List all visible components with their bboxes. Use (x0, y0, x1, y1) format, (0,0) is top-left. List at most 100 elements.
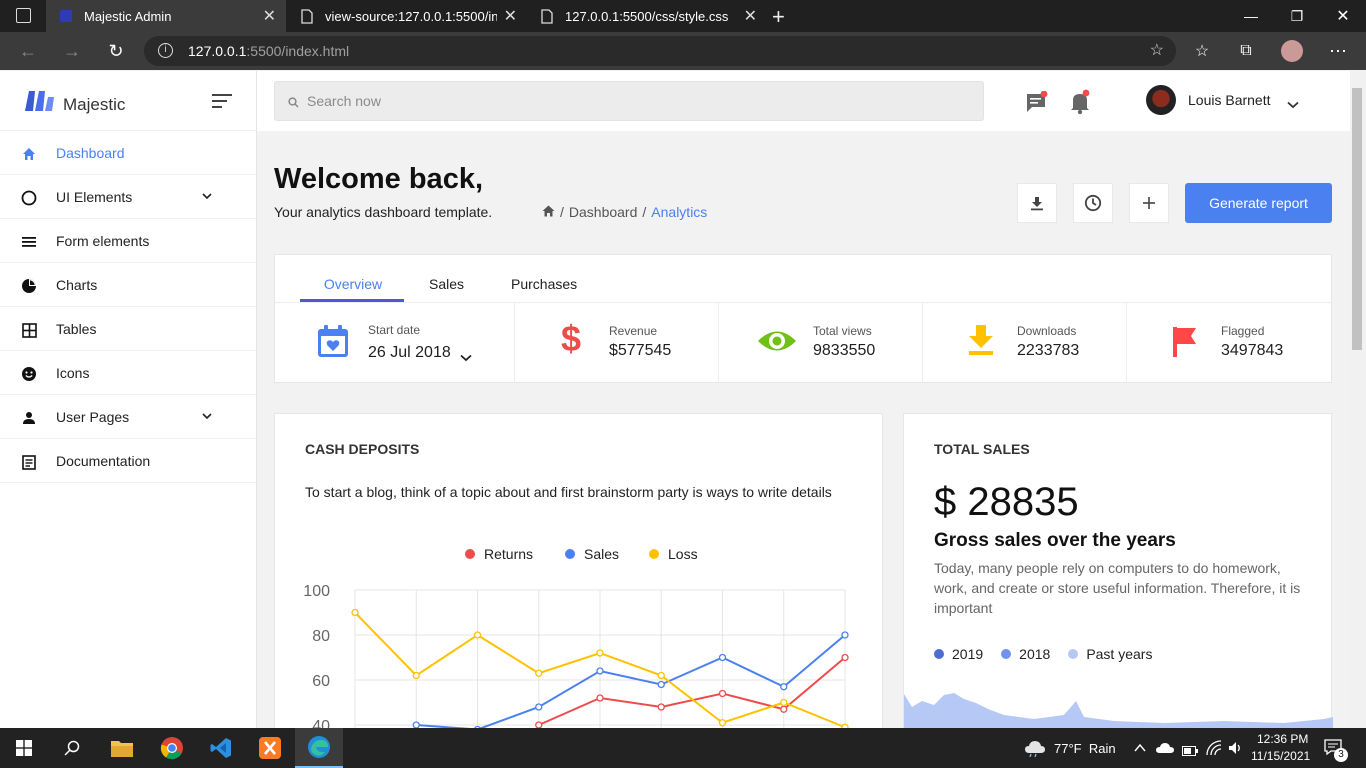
history-button[interactable] (1073, 183, 1113, 223)
close-icon[interactable]: ✕ (504, 6, 517, 26)
battery-icon[interactable] (1182, 743, 1198, 761)
generate-report-button[interactable]: Generate report (1185, 183, 1332, 223)
profile-avatar[interactable] (1274, 32, 1310, 70)
add-button[interactable] (1129, 183, 1169, 223)
collections-icon[interactable]: ⧉ (1228, 32, 1264, 70)
search-input[interactable]: Search now (274, 81, 984, 121)
menu-toggle-icon[interactable] (212, 93, 232, 114)
notification-bell-icon[interactable] (1069, 89, 1093, 120)
data-point-loss (657, 671, 665, 680)
search-icon[interactable] (48, 728, 96, 768)
tab-title: view-source:127.0.0.1:5500/inde (325, 8, 497, 24)
volume-icon[interactable] (1228, 740, 1244, 761)
edge-icon[interactable] (295, 728, 343, 768)
breadcrumb-analytics[interactable]: Analytics (651, 204, 707, 220)
card-title: CASH DEPOSITS (305, 441, 420, 457)
tab-sales[interactable]: Sales (429, 276, 464, 292)
back-button[interactable]: ← (10, 32, 46, 70)
sidebar-item-form-elements[interactable]: Form elements (0, 219, 256, 263)
url-input[interactable]: i 127.0.0.1:5500/index.html ☆ (144, 36, 1176, 66)
chrome-icon[interactable] (148, 728, 196, 768)
stat-label: Start date (368, 323, 421, 337)
y-tick-label: 80 (312, 628, 330, 645)
chevron-up-icon[interactable] (1134, 740, 1146, 758)
browser-tab-view-source[interactable]: view-source:127.0.0.1:5500/inde ✕ (287, 0, 527, 32)
scrollbar-thumb[interactable] (1352, 88, 1362, 350)
xampp-icon[interactable] (246, 728, 294, 768)
data-point-returns (596, 694, 604, 702)
close-icon[interactable]: ✕ (263, 6, 276, 26)
onedrive-icon[interactable] (1156, 741, 1174, 759)
sidebar-item-user-pages[interactable]: User Pages (0, 395, 256, 439)
avatar[interactable] (1146, 85, 1176, 115)
file-explorer-icon[interactable] (98, 728, 146, 768)
dollar-icon: $ (561, 318, 582, 359)
clock-time[interactable]: 12:36 PM (1257, 732, 1308, 746)
data-point-sales (841, 631, 849, 639)
sales-heading: Gross sales over the years (934, 530, 1176, 551)
sidebar-item-tables[interactable]: Tables (0, 307, 256, 351)
sales-area-past-years (904, 693, 1333, 729)
vscode-icon[interactable] (197, 728, 245, 768)
sidebar-item-label: Charts (56, 276, 98, 293)
stat-value: 9833550 (813, 342, 876, 359)
user-name[interactable]: Louis Barnett (1188, 92, 1271, 108)
chevron-down-icon (202, 189, 212, 203)
chevron-down-icon[interactable] (1287, 96, 1299, 114)
chevron-down-icon[interactable] (460, 349, 472, 367)
minimize-button[interactable]: — (1228, 0, 1274, 32)
refresh-button[interactable]: ↻ (98, 32, 134, 70)
weather-icon[interactable] (1024, 739, 1046, 762)
chevron-down-icon (202, 409, 212, 423)
stat-label: Flagged (1221, 324, 1265, 338)
tab-purchases[interactable]: Purchases (511, 276, 577, 292)
breadcrumb: / Dashboard / Analytics (542, 204, 707, 220)
home-icon (20, 145, 38, 163)
sidebar-item-label: Icons (56, 364, 90, 381)
download-button[interactable] (1017, 183, 1057, 223)
legend-label: 2018 (1019, 646, 1051, 662)
sidebar-item-dashboard[interactable]: Dashboard (0, 131, 256, 175)
clock-date[interactable]: 11/15/2021 (1251, 749, 1310, 763)
series-line-returns (538, 656, 846, 726)
majestic-logo-icon[interactable] (22, 87, 58, 118)
cash-deposits-card: CASH DEPOSITS To start a blog, think of … (274, 413, 883, 744)
close-window-button[interactable]: ✕ (1320, 0, 1366, 32)
page-title: Welcome back, (274, 163, 484, 195)
restore-button[interactable]: ❐ (1274, 0, 1320, 32)
favorite-add-icon[interactable]: ☆ (1150, 40, 1164, 60)
list-icon (20, 233, 38, 251)
browser-tab-style-css[interactable]: 127.0.0.1:5500/css/style.css ✕ (527, 0, 767, 32)
wifi-icon[interactable] (1206, 740, 1222, 761)
sidebar-item-ui-elements[interactable]: UI Elements (0, 175, 256, 219)
tab-title: 127.0.0.1:5500/css/style.css (565, 8, 729, 24)
windows-start-icon[interactable] (0, 728, 48, 768)
home-icon[interactable] (542, 204, 555, 220)
legend-label: 2019 (952, 646, 984, 662)
breadcrumb-dashboard[interactable]: Dashboard (569, 204, 638, 220)
sidebar-item-icons[interactable]: Icons (0, 351, 256, 395)
sales-amount: $ 28835 (934, 480, 1079, 524)
tab-actions-icon[interactable] (16, 8, 31, 23)
forward-button[interactable]: → (54, 32, 90, 70)
data-point-loss (780, 698, 788, 707)
majestic-favicon-icon (58, 8, 74, 24)
brand-name[interactable]: Majestic (63, 95, 125, 115)
sidebar-item-documentation[interactable]: Documentation (0, 439, 256, 483)
info-icon[interactable]: i (158, 43, 173, 58)
data-point-returns (780, 705, 788, 713)
notification-count-badge: 3 (1334, 748, 1348, 762)
new-tab-button[interactable]: + (772, 4, 785, 30)
legend-label: Loss (668, 546, 698, 562)
pie-chart-icon (20, 277, 38, 295)
message-icon[interactable] (1025, 90, 1049, 120)
favorites-icon[interactable]: ☆ (1184, 32, 1220, 70)
stat-start-date[interactable]: Start date 26 Jul 2018 (275, 302, 515, 382)
close-icon[interactable]: ✕ (744, 6, 757, 26)
browser-tab-majestic[interactable]: Majestic Admin ✕ (46, 0, 286, 32)
sidebar-item-charts[interactable]: Charts (0, 263, 256, 307)
weather-text[interactable]: 77°F Rain (1054, 741, 1116, 756)
page-subtitle: Your analytics dashboard template. (274, 204, 493, 220)
url-host: 127.0.0.1 (188, 43, 247, 59)
more-menu-icon[interactable]: ⋯ (1320, 32, 1356, 70)
